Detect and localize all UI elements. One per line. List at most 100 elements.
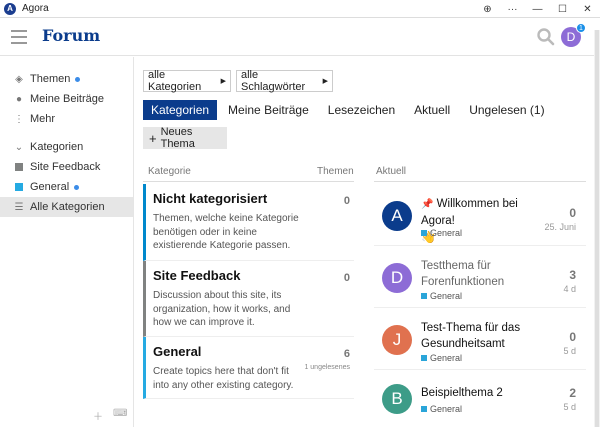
topic-row[interactable]: J Test-Thema für das Gesundheitsamt Gene… (374, 308, 586, 370)
author-avatar[interactable]: D (382, 263, 412, 293)
author-avatar[interactable]: A (382, 201, 412, 231)
sidebar-item-general[interactable]: General (0, 177, 133, 197)
author-avatar[interactable]: B (382, 384, 412, 414)
category-name[interactable]: Site Feedback (153, 268, 346, 283)
topic-row[interactable]: B Beispielthema 2 General 2 5 d (374, 370, 586, 427)
topic-title[interactable]: Test-Thema für das Gesundheitsamt (421, 320, 551, 352)
new-topic-button[interactable]: + Neues Thema (143, 126, 227, 150)
category-color-square (421, 406, 427, 412)
author-avatar[interactable]: J (382, 325, 412, 355)
topic-category[interactable]: General (421, 228, 462, 238)
category-row-general[interactable]: General Create topics here that don't fi… (143, 337, 354, 399)
sidebar-section-kategorien[interactable]: ⌄ Kategorien (0, 137, 133, 157)
add-icon[interactable]: ＋ (93, 408, 103, 423)
divider (374, 181, 586, 182)
app-logo: A (4, 2, 16, 15)
hamburger-menu-icon[interactable] (11, 30, 27, 44)
caret-right-icon: ▶ (322, 78, 328, 85)
category-topic-count: 0 (343, 195, 350, 207)
window-titlebar: A Agora ⊕ ··· — ☐ ✕ (0, 0, 600, 18)
maximize-button[interactable]: ☐ (550, 0, 575, 18)
forum-header: Forum D 1 (0, 18, 600, 56)
sidebar-item-site-feedback[interactable]: Site Feedback (0, 157, 133, 177)
category-color-square (421, 355, 427, 361)
topic-reply-count: 0 (569, 206, 576, 220)
new-topic-label: Neues Thema (160, 126, 195, 150)
pin-icon: 📌 (421, 199, 434, 210)
tab-aktuell[interactable]: Aktuell (406, 100, 458, 120)
topic-category-label: General (430, 291, 463, 301)
category-description: Themen, welche keine Kategorie benötigen… (153, 213, 299, 251)
main-content: alle Kategorien ▶ alle Schlagwörter ▶ Ka… (143, 57, 593, 427)
layers-icon: ◈ (15, 73, 23, 85)
tab-kategorien[interactable]: Kategorien (143, 100, 218, 120)
sidebar-footer: ＋ ⌨ (93, 408, 127, 423)
tag-filter-label: alle Schlagwörter (241, 69, 306, 93)
minimize-button[interactable]: — (525, 0, 550, 18)
sidebar-item-label: Themen (30, 73, 71, 85)
keyboard-icon[interactable]: ⌨ (113, 408, 127, 423)
plus-icon: + (149, 130, 157, 146)
list-icon: ☰ (14, 201, 24, 213)
category-color-square (15, 163, 23, 171)
window-title: Agora (22, 3, 49, 14)
category-filter-label: alle Kategorien (148, 69, 202, 93)
window-controls: ⊕ ··· — ☐ ✕ (475, 0, 600, 18)
topic-category[interactable]: General (421, 353, 462, 363)
tag-filter-dropdown[interactable]: alle Schlagwörter ▶ (236, 69, 333, 93)
topic-title-text: Willkommen bei Agora! (421, 198, 518, 227)
topic-date: 5 d (563, 346, 576, 356)
topic-reply-count: 0 (569, 330, 576, 344)
category-description: Create topics here that don't fit into a… (153, 366, 294, 391)
topic-date: 4 d (563, 284, 576, 294)
category-filter-dropdown[interactable]: alle Kategorien ▶ (143, 69, 231, 93)
category-topic-count: 6 (343, 348, 350, 360)
column-header-topics: Themen (317, 166, 354, 177)
category-name[interactable]: General (153, 344, 346, 359)
sidebar-item-alle-kategorien[interactable]: ☰ Alle Kategorien (0, 197, 133, 217)
topic-reply-count: 3 (569, 268, 576, 282)
more-options-icon[interactable]: ··· (500, 0, 525, 18)
sidebar-item-label: General (30, 181, 70, 193)
close-button[interactable]: ✕ (575, 0, 600, 18)
chevron-down-icon: ⌄ (14, 141, 24, 153)
category-topic-count: 0 (343, 272, 350, 284)
topic-title[interactable]: Testthema für Forenfunktionen (421, 258, 551, 290)
category-name[interactable]: Nicht kategorisiert (153, 191, 346, 206)
search-icon[interactable] (536, 27, 556, 47)
caret-right-icon: ▶ (220, 78, 226, 85)
category-row-uncategorized[interactable]: Nicht kategorisiert Themen, welche keine… (143, 184, 354, 261)
category-unread-count[interactable]: 1 ungelesenes (304, 364, 350, 371)
topic-date: 5 d (563, 402, 576, 412)
sidebar-item-themen[interactable]: ◈ Themen (0, 69, 133, 89)
sidebar-item-mehr[interactable]: ⋮ Mehr (0, 109, 133, 129)
topic-category[interactable]: General (421, 291, 462, 301)
sidebar-item-meine-beitraege[interactable]: ● Meine Beiträge (0, 89, 133, 109)
category-description: Discussion about this site, its organiza… (153, 290, 291, 328)
category-color-square (15, 183, 23, 191)
forum-brand[interactable]: Forum (42, 26, 100, 45)
column-header-category: Kategorie (148, 166, 191, 177)
sidebar-item-label: Site Feedback (30, 161, 101, 173)
tab-ungelesen[interactable]: Ungelesen (1) (461, 100, 552, 120)
sidebar-item-label: Kategorien (30, 141, 84, 153)
tab-lesezeichen[interactable]: Lesezeichen (320, 100, 403, 120)
topic-title[interactable]: 📌 Willkommen bei Agora! 👋 (421, 196, 551, 246)
category-color-square (421, 230, 427, 236)
topic-category[interactable]: General (421, 404, 462, 414)
zoom-icon[interactable]: ⊕ (475, 0, 500, 18)
topic-reply-count: 2 (569, 386, 576, 400)
category-row-site-feedback[interactable]: Site Feedback Discussion about this site… (143, 261, 354, 337)
topic-category-label: General (430, 404, 463, 414)
window-scrollbar[interactable] (594, 30, 600, 427)
user-icon: ● (15, 93, 23, 105)
tab-meine-beitraege[interactable]: Meine Beiträge (220, 100, 317, 120)
topic-row[interactable]: D Testthema für Forenfunktionen General … (374, 246, 586, 308)
more-icon: ⋮ (14, 113, 24, 125)
topic-category-label: General (430, 228, 463, 238)
notification-badge[interactable]: 1 (576, 23, 586, 33)
nav-tabs: Kategorien Meine Beiträge Lesezeichen Ak… (143, 100, 556, 120)
topic-title[interactable]: Beispielthema 2 (421, 385, 551, 401)
topic-row[interactable]: A 📌 Willkommen bei Agora! 👋 General 0 25… (374, 184, 586, 246)
divider (143, 181, 354, 182)
